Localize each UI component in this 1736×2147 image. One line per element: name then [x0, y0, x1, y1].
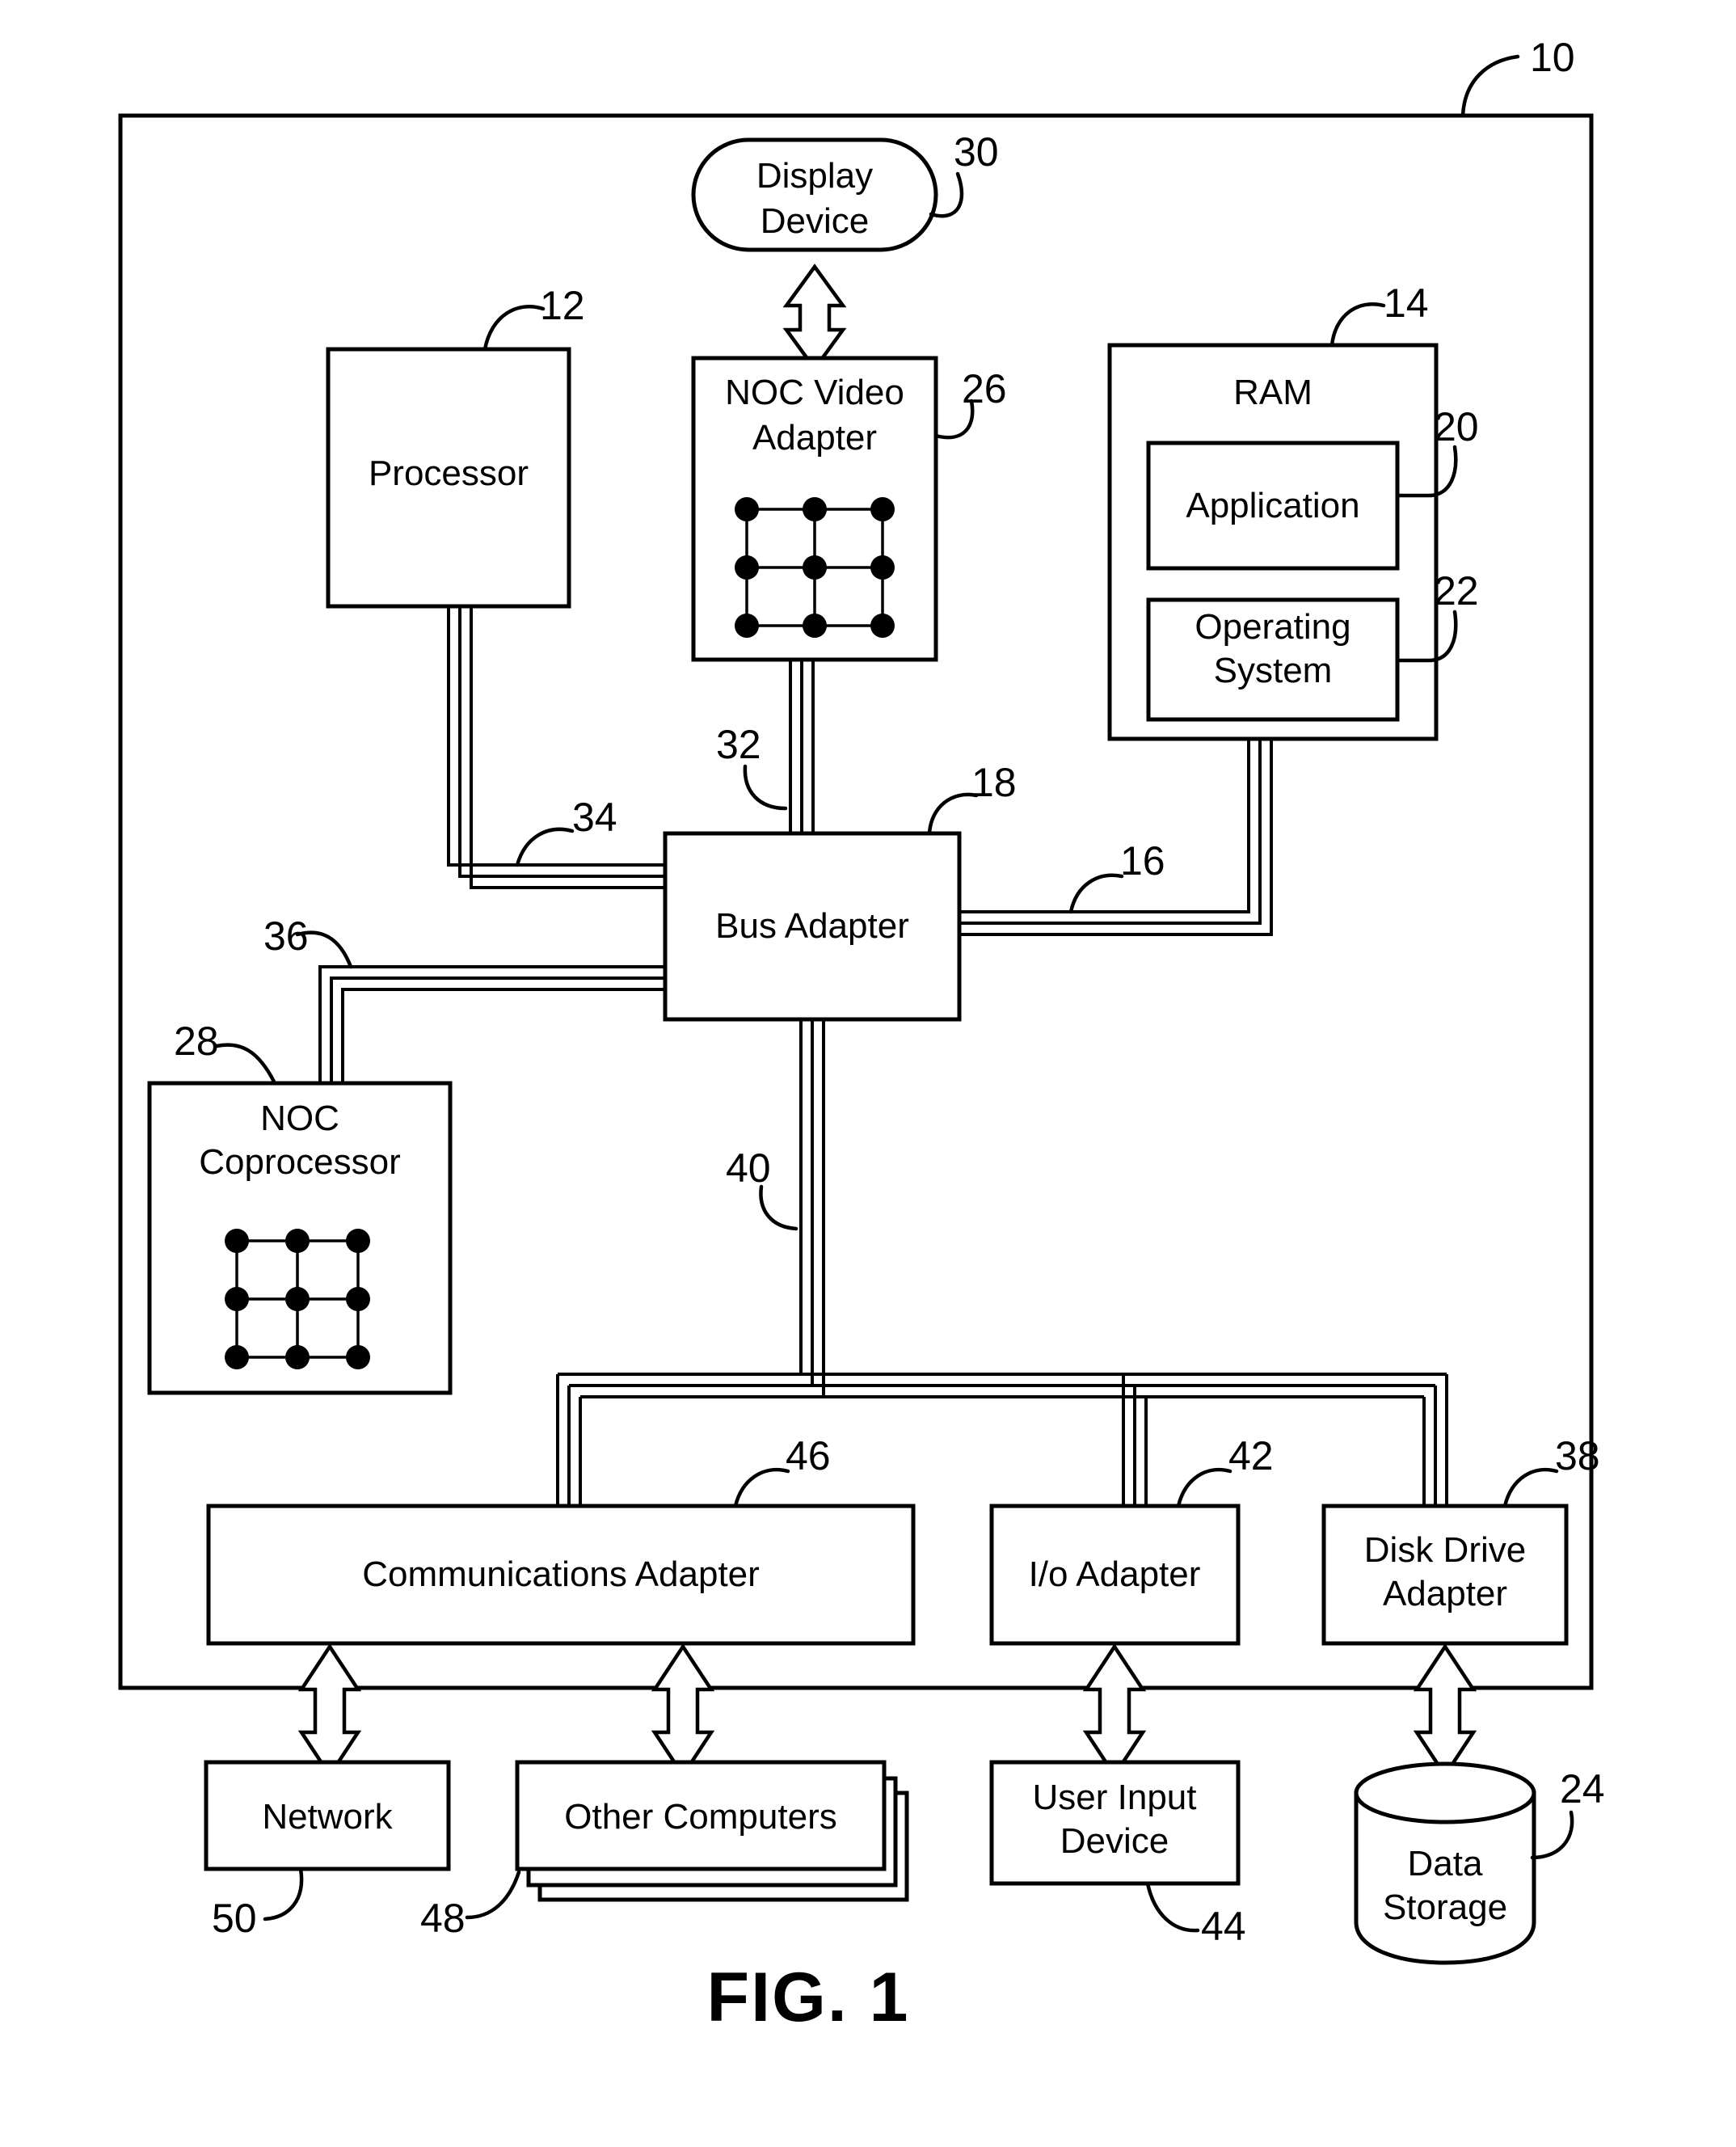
ref-number-16: 16 [1120, 838, 1165, 884]
ref-number-44: 44 [1201, 1904, 1246, 1949]
ref-number-36: 36 [263, 913, 309, 959]
disk-drive-adapter-label-line1: Disk Drive [1364, 1530, 1526, 1570]
user-input-device-label-line1: User Input [1033, 1778, 1197, 1817]
ref-leader-48 [465, 1870, 521, 1920]
ref-number-30: 30 [954, 129, 999, 175]
ref-number-20: 20 [1434, 404, 1479, 449]
ref-number-38: 38 [1555, 1433, 1600, 1478]
ref-number-42: 42 [1228, 1433, 1274, 1478]
operating-system-label-line2: System [1214, 651, 1333, 690]
io-adapter-label: I/o Adapter [1029, 1554, 1201, 1594]
data-storage-label-line1: Data [1408, 1844, 1483, 1883]
user-input-device-label-line2: Device [1060, 1821, 1169, 1861]
data-storage-label-line2: Storage [1383, 1888, 1507, 1927]
noc-video-adapter-label-line1: NOC Video [725, 373, 904, 412]
application-label: Application [1186, 486, 1359, 525]
bus-adapter-label: Bus Adapter [715, 906, 909, 946]
display-device-label-line2: Device [761, 201, 870, 241]
other-computers-label: Other Computers [564, 1797, 836, 1837]
ref-number-40: 40 [726, 1145, 771, 1191]
display-device-label-line1: Display [756, 156, 873, 196]
operating-system-label-line1: Operating [1195, 607, 1350, 647]
data-storage-cylinder[interactable]: Data Storage [1354, 1761, 1536, 1965]
noc-video-adapter-label-line2: Adapter [752, 418, 877, 458]
ram-label: RAM [1233, 373, 1313, 412]
ref-leader-24 [1530, 1810, 1574, 1860]
ref-leader-10 [1460, 54, 1520, 118]
ref-number-46: 46 [786, 1433, 831, 1478]
ref-number-10: 10 [1530, 35, 1575, 80]
ref-leader-50 [263, 1866, 304, 1921]
ref-number-32: 32 [716, 722, 761, 767]
processor-label: Processor [369, 453, 529, 493]
disk-drive-adapter-label-line2: Adapter [1383, 1574, 1507, 1613]
figure-caption: FIG. 1 [707, 1959, 910, 2036]
other-computers-stack[interactable]: Other Computers [515, 1760, 909, 1902]
ref-leader-44 [1145, 1881, 1200, 1933]
noc-coprocessor-label-line2: Coprocessor [199, 1142, 400, 1182]
ref-number-14: 14 [1384, 281, 1429, 326]
ref-number-18: 18 [971, 760, 1017, 805]
communications-adapter-label: Communications Adapter [362, 1554, 760, 1594]
ref-number-26: 26 [962, 366, 1007, 411]
network-label: Network [262, 1797, 393, 1837]
ref-number-28: 28 [174, 1019, 219, 1064]
patent-figure-1: 10 Display Device 30 Processor 12 NOC Vi… [0, 0, 1736, 2147]
ref-number-48: 48 [420, 1896, 466, 1941]
ref-number-12: 12 [540, 283, 585, 328]
ref-number-22: 22 [1434, 568, 1479, 614]
ref-number-34: 34 [572, 795, 617, 840]
data-storage-top [1354, 1761, 1536, 1824]
ref-number-24: 24 [1560, 1766, 1605, 1812]
noc-coprocessor-label-line1: NOC [260, 1099, 339, 1138]
ref-number-50: 50 [212, 1896, 257, 1941]
